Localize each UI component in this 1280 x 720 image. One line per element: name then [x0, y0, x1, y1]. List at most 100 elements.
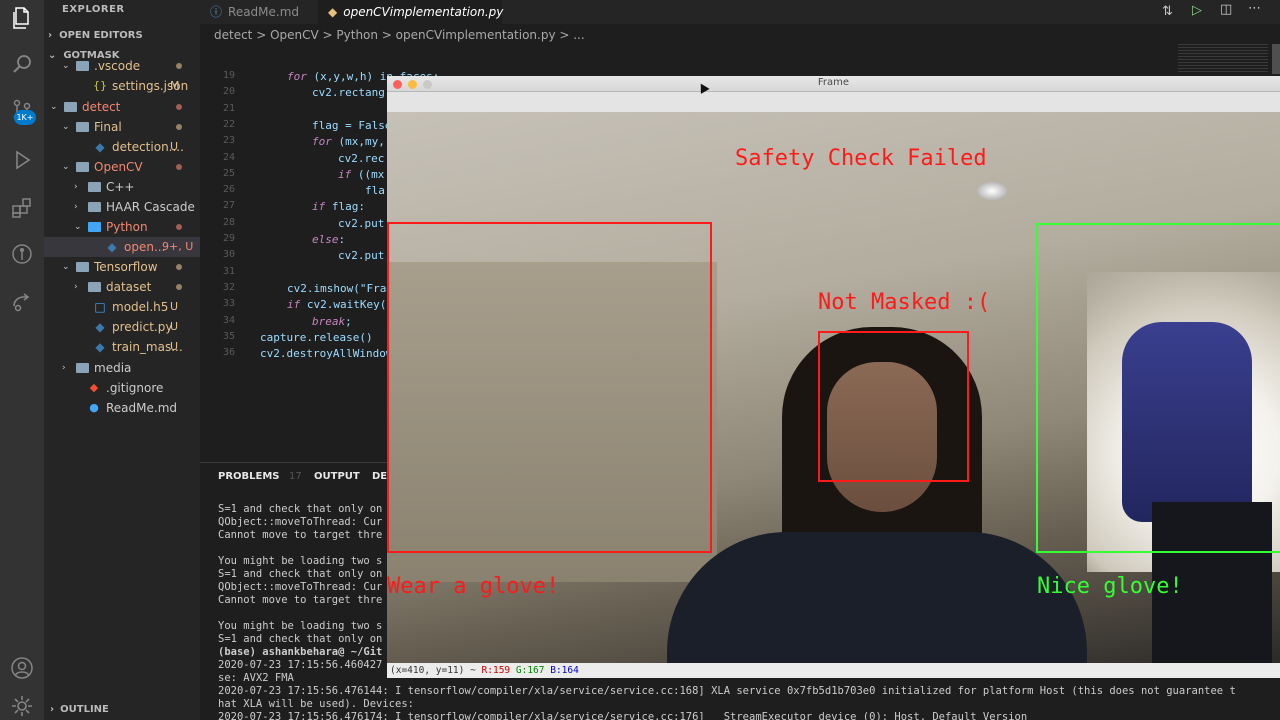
code-line: if ((mx: [338, 168, 384, 181]
line-number: 28: [222, 216, 235, 228]
line-number: 33: [222, 298, 235, 310]
more-actions-icon[interactable]: ⋯: [1248, 1, 1261, 16]
frame-toolbar: [387, 92, 1280, 112]
code-line: else:: [312, 233, 345, 246]
tree-item-label: media: [94, 361, 132, 375]
modified-dot: [176, 124, 182, 130]
tree-item[interactable]: □ model.h5 U: [80, 297, 200, 317]
modified-dot: [176, 104, 182, 110]
line-number: 20: [222, 86, 235, 98]
tree-item[interactable]: ◆ train_mas... U: [80, 337, 200, 357]
tab-output[interactable]: OUTPUT: [314, 471, 360, 482]
line-number: 31: [222, 265, 235, 277]
settings-gear-icon[interactable]: [10, 694, 34, 718]
code-keyword: break: [312, 314, 346, 328]
tree-item-label: open...: [124, 240, 166, 254]
tree-item[interactable]: › dataset: [74, 277, 200, 297]
open-editors-section[interactable]: › OPEN EDITORS: [48, 30, 143, 41]
code-line: cv2.put: [338, 249, 384, 262]
run-file-icon[interactable]: ▷: [1192, 3, 1202, 18]
modified-dot: [176, 284, 182, 290]
editor-scrollbar[interactable]: [1272, 44, 1280, 74]
info-icon: ●: [89, 401, 99, 414]
tree-item-label: detect: [82, 100, 121, 114]
code-line: capture.release(): [260, 331, 373, 344]
source-control-badge: 1K+: [14, 110, 36, 125]
code-keyword: if: [338, 167, 352, 181]
tab-opencvimplementation[interactable]: ◆ openCVimplementation.py: [318, 0, 503, 24]
tree-item[interactable]: ● ReadMe.md: [74, 398, 200, 418]
json-icon: {}: [93, 79, 107, 92]
tree-item-label: ReadMe.md: [106, 401, 178, 415]
not-masked-label: Not Masked :(: [818, 290, 991, 315]
explorer-icon[interactable]: [10, 6, 34, 30]
tree-item[interactable]: ⌄ Tensorflow: [62, 257, 200, 277]
extensions-icon[interactable]: [10, 196, 34, 220]
modified-dot: [176, 264, 182, 270]
tree-item[interactable]: {} settings.json M: [80, 76, 200, 96]
code-text: flag:: [325, 200, 365, 214]
terminal-line: Cannot move to target thre: [218, 529, 383, 541]
folder-icon: [63, 102, 77, 112]
code-text: cv2.rec: [338, 151, 385, 165]
run-debug-icon[interactable]: [10, 148, 34, 172]
tree-item[interactable]: ⌄ Python: [74, 217, 200, 237]
tree-item[interactable]: ⌄ Final: [62, 117, 200, 137]
code-text: capture.release(): [260, 330, 373, 344]
opencv-frame-window[interactable]: Frame Safety Check Failed Not Masked :( …: [387, 76, 1280, 678]
webcam-video: Safety Check Failed Not Masked :( Wear a…: [387, 112, 1280, 663]
code-keyword: if: [287, 298, 301, 312]
tree-item-label: Python: [106, 220, 148, 234]
tree-item[interactable]: › media: [62, 358, 200, 378]
code-text: cv2.rectang: [312, 86, 385, 100]
code-text: fla: [365, 184, 385, 198]
tree-item[interactable]: ◆ detection.... U: [80, 137, 200, 157]
code-keyword: for: [312, 135, 332, 149]
tree-item[interactable]: ◆ open... 9+, U: [44, 237, 200, 257]
tab-readme[interactable]: ⓘ ReadMe.md: [200, 0, 318, 24]
terminal-line: QObject::moveToThread: Cur: [218, 516, 383, 528]
frame-titlebar[interactable]: Frame: [387, 76, 1280, 92]
tab-problems[interactable]: PROBLEMS 17: [218, 471, 302, 482]
line-number: 21: [222, 102, 235, 114]
search-icon[interactable]: [10, 52, 34, 76]
tree-item[interactable]: › C++: [74, 177, 200, 197]
line-number: 35: [222, 330, 235, 342]
account-icon[interactable]: [10, 656, 34, 680]
folder-icon: [75, 61, 89, 71]
code-text: (mx,my,: [331, 135, 385, 149]
code-text: ((mx: [351, 167, 385, 181]
code-line: cv2.put: [338, 217, 384, 230]
tree-item[interactable]: ◆ .gitignore: [74, 378, 200, 398]
line-number: 34: [222, 314, 235, 326]
minimap[interactable]: [1178, 44, 1268, 74]
tree-item[interactable]: ⌄ .vscode: [62, 56, 200, 76]
tree-item-label: .gitignore: [106, 381, 164, 395]
code-text: cv2.destroyAllWindow: [260, 347, 393, 361]
line-number: 32: [222, 281, 235, 293]
folder-icon: [75, 262, 89, 272]
tree-item[interactable]: ⌄ OpenCV: [62, 157, 200, 177]
code-keyword: if: [312, 200, 326, 214]
line-number: 29: [222, 233, 235, 244]
live-share-icon[interactable]: [10, 290, 34, 314]
pixel-coords: (x=410, y=11) ~: [390, 665, 476, 676]
glove-detected-box: [1036, 223, 1280, 553]
code-keyword: else: [312, 233, 339, 246]
tree-item-label: dataset: [106, 280, 152, 294]
frame-title: Frame: [817, 77, 850, 88]
terminal-line: Cannot move to target thre: [218, 594, 383, 606]
split-editor-icon[interactable]: ◫: [1220, 2, 1232, 17]
folder-icon: [87, 202, 101, 212]
git-graph-icon[interactable]: [10, 242, 34, 266]
tree-item[interactable]: ◆ predict.py U: [80, 317, 200, 337]
terminal-line: se: AVX2 FMA: [218, 672, 294, 684]
outline-section[interactable]: › OUTLINE: [50, 704, 109, 715]
tree-item[interactable]: › HAAR Cascade: [74, 197, 200, 217]
compare-changes-icon[interactable]: ⇅: [1162, 4, 1173, 19]
file-icon: □: [94, 300, 106, 314]
breadcrumb[interactable]: detect > OpenCV > Python > openCVimpleme…: [214, 28, 585, 42]
folder-icon: [87, 182, 101, 192]
tree-item-label: .vscode: [94, 59, 141, 73]
tree-item[interactable]: ⌄ detect: [50, 97, 200, 117]
